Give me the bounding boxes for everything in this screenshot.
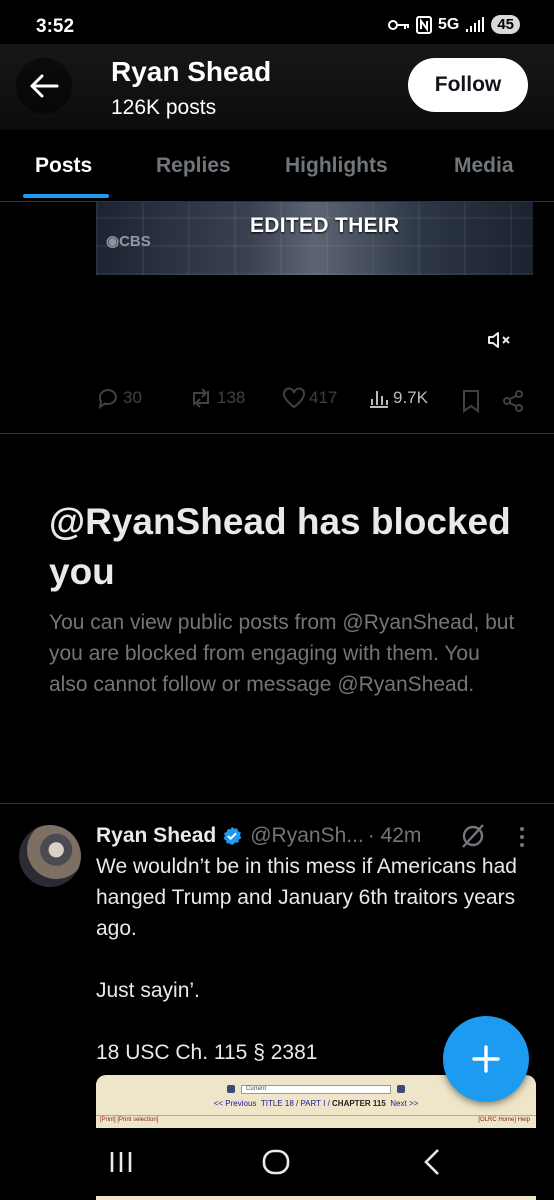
like-action[interactable]: 417 — [282, 387, 337, 409]
embed-part-link: PART I — [300, 1099, 326, 1108]
home-button[interactable] — [254, 1144, 298, 1180]
embed-bottom-edge — [96, 1196, 536, 1200]
embed-print-links: [Print] [Print selection] — [100, 1117, 159, 1123]
section-divider — [0, 803, 554, 804]
embed-help-links: [OLRC Home] Help — [478, 1117, 530, 1123]
blocked-title: @RyanShead has blocked you — [49, 501, 511, 592]
reply-count: 30 — [123, 388, 142, 407]
embed-chapter: CHAPTER 115 — [332, 1099, 386, 1108]
reply-icon — [98, 389, 117, 409]
video-player[interactable]: ◉CBS EDITED THEIR — [96, 202, 533, 275]
like-icon — [283, 387, 305, 409]
video-network-logo: ◉CBS — [106, 233, 151, 250]
views-icon — [370, 391, 388, 408]
embed-prev-link: << Previous — [213, 1099, 257, 1108]
nfc-icon — [415, 15, 432, 34]
reply-action[interactable]: 30 — [96, 387, 142, 409]
embed-title-link: TITLE 18 — [260, 1099, 294, 1108]
avatar[interactable] — [19, 825, 81, 887]
battery-level: 45 — [491, 15, 520, 34]
embed-next-link: Next >> — [390, 1099, 419, 1108]
embed-select: Current — [241, 1084, 391, 1094]
home-icon — [262, 1149, 290, 1175]
embed-prev-arrow-icon — [227, 1085, 235, 1093]
video-frame — [96, 202, 533, 275]
profile-header: Ryan Shead 126K posts Follow — [0, 44, 554, 130]
repost-icon — [193, 388, 209, 408]
tweet-author-name[interactable]: Ryan Shead — [96, 824, 216, 848]
share-icon[interactable] — [502, 389, 524, 413]
mute-icon[interactable] — [486, 328, 512, 352]
post-divider — [0, 433, 554, 434]
arrow-left-icon — [30, 74, 59, 98]
verified-icon — [223, 826, 242, 846]
repost-count: 138 — [217, 388, 246, 407]
embed-next-arrow-icon — [397, 1085, 405, 1093]
tab-replies[interactable]: Replies — [156, 154, 231, 178]
active-tab-indicator — [23, 194, 109, 198]
profile-name: Ryan Shead — [111, 56, 272, 87]
posts-count: 126K posts — [111, 96, 217, 119]
signal-icon — [466, 16, 485, 32]
vpn-key-icon — [387, 19, 409, 30]
embed-separator — [96, 1115, 536, 1116]
profile-tabs: Posts Replies Highlights Media — [0, 130, 554, 202]
status-icons: 5G 45 — [387, 15, 520, 34]
video-caption: EDITED THEIR — [250, 214, 400, 237]
network-type: 5G — [437, 15, 460, 33]
repost-action[interactable]: 138 — [188, 387, 245, 409]
status-time: 3:52 — [36, 16, 75, 37]
post-action-bar: 30 138 417 9.7K — [96, 387, 536, 415]
follow-button[interactable]: Follow — [408, 58, 528, 112]
plus-icon — [472, 1045, 500, 1073]
recents-button[interactable] — [99, 1144, 143, 1180]
tweet-author-handle[interactable]: @RyanSh... — [250, 824, 364, 848]
tab-highlights[interactable]: Highlights — [285, 154, 388, 178]
tweet-timestamp: · 42m — [367, 824, 422, 847]
bookmark-icon[interactable] — [461, 389, 481, 413]
embed-nav: << Previous TITLE 18 / PART I / CHAPTER … — [213, 1099, 419, 1108]
back-button[interactable] — [16, 58, 72, 114]
compose-button[interactable] — [443, 1016, 529, 1102]
recents-icon — [110, 1152, 132, 1172]
nav-back-button[interactable] — [410, 1144, 454, 1180]
blocked-description: You can view public posts from @RyanShea… — [49, 611, 515, 696]
tab-posts[interactable]: Posts — [35, 154, 92, 178]
views-action[interactable]: 9.7K — [368, 387, 428, 409]
view-count: 9.7K — [393, 388, 428, 407]
grok-icon[interactable] — [459, 822, 487, 850]
like-count: 417 — [309, 388, 338, 407]
tab-media[interactable]: Media — [454, 154, 514, 178]
more-icon[interactable] — [515, 824, 529, 850]
back-icon — [424, 1149, 439, 1175]
system-nav-bar — [0, 1128, 554, 1200]
